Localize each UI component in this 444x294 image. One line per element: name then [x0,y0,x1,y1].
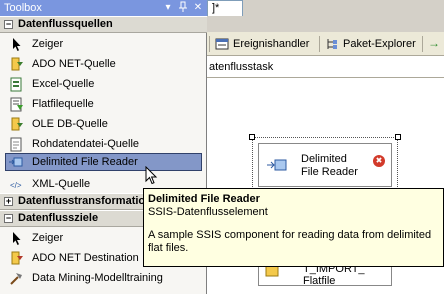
tooltip: Delimited File Reader SSIS-Datenflussele… [143,188,444,267]
toolbox-item-label: Delimited File Reader [32,156,138,168]
tooltip-description: A sample SSIS component for reading data… [148,229,432,254]
document-tab[interactable]: ]* [207,0,243,16]
svg-text:</>: </> [10,181,22,190]
close-icon[interactable]: ✕ [192,1,204,14]
toolbox-item-label: ADO NET Destination [32,252,139,264]
data-flow-task-label: atenflusstask [209,61,274,73]
toolbox-item-label: Zeiger [32,232,64,244]
event-handler-label: Ereignishandler [233,38,310,50]
ole-db-source-icon [9,117,24,132]
toolbox-item-zeiger[interactable]: Zeiger [0,34,205,54]
toolbox-pin-icon[interactable] [177,1,189,14]
error-icon: ✖ [373,155,385,167]
tooltip-title: Delimited File Reader [148,193,260,205]
toolbox-item-ole-db-source[interactable]: OLE DB-Quelle [0,114,205,134]
collapse-icon[interactable]: − [4,20,13,29]
excel-source-icon [9,77,24,92]
pointer-icon [9,37,24,52]
ado-net-source-icon [9,57,24,72]
toolbox-item-raw-file-source[interactable]: Rohdatendatei-Quelle [0,134,205,154]
package-explorer-icon [325,37,339,51]
toolbox-item-delimited-file-reader[interactable]: Delimited File Reader [0,152,205,172]
toolbox-item-label: Data Mining-Modelltraining [32,272,163,284]
data-mining-icon [9,271,24,286]
toolbox-item-label: Zeiger [32,38,64,50]
component-label-line2: File Reader [301,166,358,178]
mouse-cursor-icon [145,165,159,189]
separator [209,36,210,52]
package-explorer-tab[interactable]: Paket-Explorer [323,34,416,54]
toolbox-item-flatfile-source[interactable]: Flatfilequelle [0,94,205,114]
toolbox-titlebar: Toolbox ▾ ✕ [0,0,207,16]
flatfile-source-icon [9,97,24,112]
pointer-icon [9,231,24,246]
toolbox-item-label: ADO NET-Quelle [32,58,116,70]
collapse-icon[interactable]: − [4,214,13,223]
raw-file-source-icon [9,137,24,152]
designer-toolbar: Ereignishandler Paket-Explorer → [207,32,444,56]
component-label-line2: Flatfile [303,275,336,287]
toolbox-item-label: Excel-Quelle [32,78,95,90]
resize-handle[interactable] [395,134,401,140]
event-handler-icon [215,37,229,51]
component-label-line1: Delimited [301,153,347,165]
section-label: Datenflussziele [18,212,99,224]
toolbox-item-data-mining-training[interactable]: Data Mining-Modelltraining [0,268,205,288]
delimited-file-reader-component[interactable]: Delimited File Reader ✖ [258,143,392,187]
toolbox-dropdown-icon[interactable]: ▾ [162,1,174,14]
tooltip-subtitle: SSIS-Datenflusselement [148,206,268,218]
forward-arrow-icon[interactable]: → [428,36,440,50]
data-flow-task-selector[interactable]: atenflusstask [207,56,444,78]
separator [319,36,320,52]
toolbox-item-label: XML-Quelle [32,178,91,190]
delimited-file-reader-icon [9,155,24,170]
ado-net-destination-icon [9,251,24,266]
expand-icon[interactable]: + [4,197,13,206]
toolbox-item-label: Flatfilequelle [32,98,94,110]
component-icon [267,158,287,175]
toolbox-item-label: OLE DB-Quelle [32,118,108,130]
toolbox-item-label: Rohdatendatei-Quelle [32,138,140,150]
event-handler-tab[interactable]: Ereignishandler [213,34,309,54]
resize-handle[interactable] [249,134,255,140]
toolbox-item-excel-source[interactable]: Excel-Quelle [0,74,205,94]
section-label: Datenflussquellen [18,18,113,30]
section-datenflussquellen[interactable]: − Datenflussquellen [0,16,207,33]
xml-source-icon: </> [9,177,24,192]
separator [422,36,423,52]
toolbox-title: Toolbox [4,2,42,14]
package-explorer-label: Paket-Explorer [343,38,416,50]
toolbox-item-ado-net-source[interactable]: ADO NET-Quelle [0,54,205,74]
tab-strip [207,16,444,32]
